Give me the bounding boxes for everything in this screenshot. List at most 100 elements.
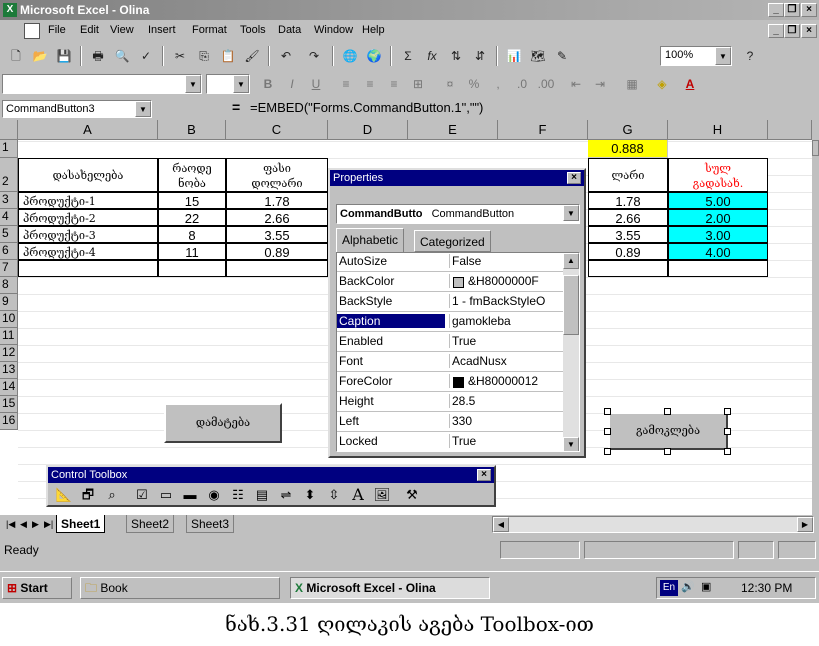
function-icon[interactable]: fx bbox=[422, 47, 442, 65]
column-header-g[interactable]: G bbox=[588, 120, 668, 140]
property-row[interactable]: Left 330 bbox=[337, 413, 563, 432]
property-row[interactable]: Height 28.5 bbox=[337, 393, 563, 412]
scroll-up-icon[interactable] bbox=[812, 140, 819, 156]
table-cell-name[interactable]: პროდუქტი-2 bbox=[18, 209, 158, 226]
select-all-corner[interactable] bbox=[0, 120, 18, 140]
undo-icon[interactable]: ↶ bbox=[276, 47, 296, 65]
table-cell-name[interactable]: პროდუქტი-3 bbox=[18, 226, 158, 243]
property-row[interactable]: ForeColor &H80000012 bbox=[337, 373, 563, 392]
vertical-scrollbar[interactable] bbox=[812, 120, 819, 515]
row-header[interactable]: 1 bbox=[0, 140, 18, 158]
tab-categorized[interactable]: Categorized bbox=[414, 230, 491, 252]
table-cell-price[interactable]: 2.66 bbox=[226, 209, 328, 226]
row-header[interactable]: 2 bbox=[0, 158, 18, 192]
property-row[interactable]: BackColor &H8000000F bbox=[337, 273, 563, 292]
table-cell-empty[interactable] bbox=[226, 260, 328, 277]
document-icon[interactable] bbox=[24, 23, 40, 39]
scrollbar-icon[interactable]: ⇳ bbox=[324, 486, 344, 504]
cell-g1[interactable]: 0.888 bbox=[588, 140, 668, 158]
close-button[interactable]: × bbox=[801, 3, 817, 17]
column-header-a[interactable]: A bbox=[18, 120, 158, 140]
tab-sheet2[interactable]: Sheet2 bbox=[126, 515, 175, 533]
row-header[interactable]: 12 bbox=[0, 345, 18, 362]
table-cell-lari[interactable]: 3.55 bbox=[588, 226, 668, 243]
horizontal-scrollbar[interactable]: ◀ ▶ bbox=[492, 516, 814, 533]
row-header[interactable]: 16 bbox=[0, 413, 18, 430]
property-row[interactable]: AutoSize False bbox=[337, 253, 563, 272]
table-cell-price[interactable]: 0.89 bbox=[226, 243, 328, 260]
property-row[interactable]: Locked True bbox=[337, 433, 563, 451]
copy-icon[interactable]: ⎘ bbox=[194, 47, 214, 65]
chart-wizard-icon[interactable]: 📊 bbox=[504, 47, 524, 65]
volume-icon[interactable]: 🔊 bbox=[681, 580, 695, 593]
scroll-left-icon[interactable]: ◀ bbox=[493, 517, 509, 532]
table-cell-total[interactable]: 5.00 bbox=[668, 192, 768, 209]
borders-icon[interactable]: ▦ bbox=[622, 75, 642, 93]
increase-indent-icon[interactable]: ⇥ bbox=[590, 75, 610, 93]
table-cell-lari[interactable]: 2.66 bbox=[588, 209, 668, 226]
row-header[interactable]: 13 bbox=[0, 362, 18, 379]
table-cell-qty[interactable]: 15 bbox=[158, 192, 226, 209]
scroll-down-icon[interactable]: ▼ bbox=[563, 437, 579, 451]
menu-window[interactable]: Window bbox=[314, 24, 353, 36]
header-cell-qty[interactable]: რაოდე ნობა bbox=[158, 158, 226, 192]
increase-decimal-icon[interactable]: .0 bbox=[512, 75, 532, 93]
table-cell-empty[interactable] bbox=[668, 260, 768, 277]
formula-input[interactable]: =EMBED("Forms.CommandButton.1","") bbox=[250, 100, 815, 118]
office-assistant-icon[interactable]: ? bbox=[740, 47, 760, 65]
header-cell-price[interactable]: ფასი დოლარი bbox=[226, 158, 328, 192]
equals-icon[interactable]: = bbox=[232, 99, 240, 115]
combobox-icon[interactable]: ▤ bbox=[252, 486, 272, 504]
scroll-right-icon[interactable]: ▶ bbox=[797, 517, 813, 532]
column-header-c[interactable]: C bbox=[226, 120, 328, 140]
properties-scrollbar[interactable]: ▲ ▼ bbox=[563, 253, 579, 451]
table-cell-total[interactable]: 2.00 bbox=[668, 209, 768, 226]
spin-button-icon[interactable]: ⬍ bbox=[300, 486, 320, 504]
drawing-icon[interactable]: ✎ bbox=[552, 47, 572, 65]
scroll-thumb[interactable] bbox=[563, 275, 579, 335]
row-header[interactable]: 6 bbox=[0, 243, 18, 260]
resize-handle[interactable] bbox=[604, 428, 611, 435]
table-cell-empty[interactable] bbox=[588, 260, 668, 277]
row-header[interactable]: 7 bbox=[0, 260, 18, 277]
menu-format[interactable]: Format bbox=[192, 24, 227, 36]
restore-button[interactable]: ❐ bbox=[784, 3, 800, 17]
row-header[interactable]: 9 bbox=[0, 294, 18, 311]
cut-icon[interactable]: ✂ bbox=[170, 47, 190, 65]
table-cell-lari[interactable]: 0.89 bbox=[588, 243, 668, 260]
print-preview-icon[interactable]: 🔍 bbox=[112, 47, 132, 65]
header-cell-lari[interactable]: ლარი bbox=[588, 158, 668, 192]
bold-button[interactable]: B bbox=[258, 75, 278, 93]
column-header-d[interactable]: D bbox=[328, 120, 408, 140]
tab-sheet1[interactable]: Sheet1 bbox=[56, 515, 106, 533]
tab-sheet3[interactable]: Sheet3 bbox=[186, 515, 235, 533]
new-icon[interactable]: 🗋 bbox=[6, 47, 26, 65]
format-painter-icon[interactable]: 🖌 bbox=[242, 47, 262, 65]
property-row-selected[interactable]: Caption gamokleba bbox=[337, 313, 563, 332]
align-right-icon[interactable]: ≡ bbox=[384, 75, 404, 93]
subtract-command-button[interactable]: გამოკლება bbox=[608, 412, 728, 450]
comma-style-icon[interactable]: , bbox=[488, 75, 508, 93]
property-row[interactable]: Enabled True bbox=[337, 333, 563, 352]
font-color-icon[interactable]: A bbox=[680, 75, 700, 93]
property-row[interactable]: BackStyle 1 - fmBackStyleO bbox=[337, 293, 563, 312]
resize-handle[interactable] bbox=[604, 408, 611, 415]
resize-handle[interactable] bbox=[724, 408, 731, 415]
listbox-icon[interactable]: ☷ bbox=[228, 486, 248, 504]
close-icon[interactable]: × bbox=[477, 469, 491, 481]
table-cell-lari[interactable]: 1.78 bbox=[588, 192, 668, 209]
table-cell-qty[interactable]: 11 bbox=[158, 243, 226, 260]
name-box[interactable]: CommandButton3 ▼ bbox=[2, 100, 152, 118]
italic-button[interactable]: I bbox=[282, 75, 302, 93]
taskbar-excel[interactable]: X Microsoft Excel - Olina bbox=[290, 577, 490, 599]
toggle-button-icon[interactable]: ⇌ bbox=[276, 486, 296, 504]
checkbox-icon[interactable]: ☑ bbox=[132, 486, 152, 504]
row-header[interactable]: 3 bbox=[0, 192, 18, 209]
table-cell-qty[interactable]: 8 bbox=[158, 226, 226, 243]
table-cell-empty[interactable] bbox=[158, 260, 226, 277]
design-mode-icon[interactable]: 📐 bbox=[54, 486, 74, 504]
decrease-indent-icon[interactable]: ⇤ bbox=[566, 75, 586, 93]
menu-edit[interactable]: Edit bbox=[80, 24, 99, 36]
table-cell-name[interactable]: პროდუქტი-1 bbox=[18, 192, 158, 209]
doc-minimize-button[interactable]: _ bbox=[768, 24, 784, 38]
